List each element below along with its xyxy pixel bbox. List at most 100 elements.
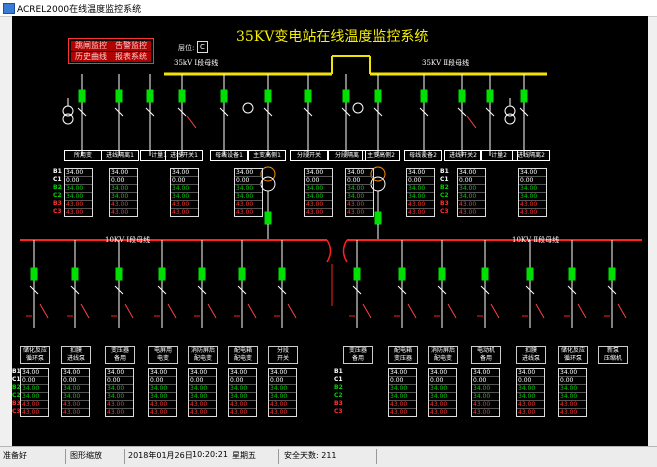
temperature-value: 0.00	[62, 377, 89, 385]
breaker-icon	[198, 267, 206, 281]
temperature-table: 34.00 0.00 34.00 34.00 43.00 43.00	[268, 368, 297, 417]
temperature-value: 34.00	[429, 393, 456, 401]
status-date: 2018年01月26日	[128, 451, 193, 460]
feeder-name-button[interactable]: 变压器 备用	[105, 346, 135, 364]
temperature-table: 34.00 0.00 34.00 34.00 43.00 43.00	[228, 368, 257, 417]
breaker-icon	[520, 89, 528, 103]
breaker-icon	[264, 89, 272, 103]
alarm-branch	[207, 303, 217, 319]
alarm-branch	[617, 303, 627, 319]
breaker-icon	[526, 267, 534, 281]
bus35-2-label: 35KV Ⅱ段母线	[422, 59, 470, 67]
feeder-name-line2: 循环泵	[563, 355, 582, 362]
trip-monitor-button[interactable]: 跳闸监控	[71, 41, 111, 51]
temperature-value: 0.00	[346, 177, 373, 185]
temperature-value: 34.00	[472, 369, 499, 377]
position-label: 层位:	[178, 44, 195, 52]
temperature-value: 43.00	[172, 209, 190, 216]
breaker-icon	[30, 267, 38, 281]
feeder-name-button[interactable]: 分段开关	[290, 150, 328, 161]
substation-diagram: 35KV变电站在线温度监控系统 跳闸监控 告警监控 历史曲线 报表系统 层位: …	[12, 16, 648, 446]
feeder-name-line2: 进线泵	[521, 355, 540, 362]
alarm-branch	[447, 303, 457, 319]
phase-label: C1	[334, 376, 343, 383]
temperature-value: 43.00	[346, 201, 373, 209]
temperature-value: 34.00	[110, 169, 137, 177]
temperature-value: 43.00	[149, 401, 176, 409]
feeder-name-button[interactable]: 进线开关1	[165, 150, 203, 161]
temperature-value: 43.00	[408, 209, 426, 216]
feeder-name-button[interactable]: 分段隔离	[328, 150, 366, 161]
temperature-value: 34.00	[21, 385, 48, 393]
temperature-value: 34.00	[106, 369, 133, 377]
temperature-value: 0.00	[229, 377, 256, 385]
temperature-value: 34.00	[559, 385, 586, 393]
temperature-value: 43.00	[22, 409, 40, 416]
feeder-name-button[interactable]: 母线设备1	[210, 150, 248, 161]
temperature-value: 43.00	[65, 201, 92, 209]
breaker-icon	[78, 89, 86, 103]
phase-label: B2	[440, 184, 449, 191]
feeder-name-button[interactable]: 扣膜 进线泵	[516, 346, 546, 364]
temperature-value: 34.00	[189, 385, 216, 393]
temperature-value: 34.00	[62, 369, 89, 377]
feeder-name-button[interactable]: 配电箱 变压器	[388, 346, 418, 364]
phase-label: C1	[440, 176, 449, 183]
breaker-icon	[178, 89, 186, 103]
feeder-name-button[interactable]: 变压器 备用	[343, 346, 373, 364]
feeder-name-button[interactable]: 新泵 压缩机	[598, 346, 628, 364]
temperature-value: 43.00	[235, 201, 262, 209]
feeder-name-line1: 储化反应	[22, 347, 47, 354]
feeder-name-button[interactable]: 主变高侧2	[362, 150, 400, 161]
breaker-icon	[608, 267, 616, 281]
alarm-branch	[167, 303, 177, 319]
feeder-name-button[interactable]: 扣膜 进线泵	[61, 346, 91, 364]
feeder-name-button[interactable]: 主变高侧1	[248, 150, 286, 161]
feeder-name-button[interactable]: 进线隔离2	[512, 150, 550, 161]
phase-label: C3	[440, 208, 449, 215]
breaker-icon	[115, 89, 123, 103]
report-system-button[interactable]: 报表系统	[111, 52, 151, 62]
ct-icon	[352, 102, 364, 114]
breaker-icon	[342, 89, 350, 103]
feeder-name-button[interactable]: 进线开关2	[444, 150, 482, 161]
feeder-name-button[interactable]: 配电箱 配电变	[228, 346, 258, 364]
breaker-icon	[481, 267, 489, 281]
app-icon	[3, 3, 15, 14]
temperature-table: 34.00 0.00 34.00 34.00 43.00 43.00	[64, 168, 93, 217]
feeder-name-line2: 变压器	[393, 355, 412, 362]
feeder-name-button[interactable]: 所用变	[64, 150, 102, 161]
feeder-name-line2: 备用	[479, 355, 492, 362]
feeder-name-button[interactable]: 分段开关	[268, 346, 298, 364]
temperature-value: 34.00	[21, 369, 48, 377]
phase-label-column: B1 C1 B2 C2 B3 C3	[440, 168, 450, 216]
temperature-value: 34.00	[235, 169, 262, 177]
feeder-name-button[interactable]: 消防屏后 配电变	[428, 346, 458, 364]
temperature-value: 0.00	[235, 177, 262, 185]
feeder-name-button[interactable]: 电屏用 电变	[148, 346, 178, 364]
alarm-monitor-button[interactable]: 告警监控	[111, 41, 151, 51]
status-zoom: 图形缩放	[70, 451, 102, 460]
history-curve-button[interactable]: 历史曲线	[71, 52, 111, 62]
feeder-name-button[interactable]: 储化反应 循环泵	[558, 346, 588, 364]
alarm-branch	[124, 303, 134, 319]
phase-label: C2	[12, 392, 21, 399]
phase-label: B1	[440, 168, 449, 175]
temperature-value: 34.00	[21, 393, 48, 401]
feeder-name-line1: 变压器	[110, 347, 129, 354]
temperature-value: 43.00	[66, 209, 84, 216]
phase-label: B3	[334, 400, 343, 407]
feeder-name-button[interactable]: 电动机 备用	[471, 346, 501, 364]
temperature-table: 34.00 0.00 34.00 34.00 43.00 43.00	[148, 368, 177, 417]
feeder-name-line2: 循环泵	[25, 355, 44, 362]
feeder-name-button[interactable]: 进线隔离1	[101, 150, 139, 161]
temperature-value: 0.00	[458, 177, 485, 185]
temperature-table: 34.00 0.00 34.00 34.00 43.00 43.00	[234, 168, 263, 217]
breaker-icon	[220, 89, 228, 103]
feeder-name-button[interactable]: 消防屏后 配电变	[188, 346, 218, 364]
position-value[interactable]: C	[197, 41, 208, 53]
feeder-name-button[interactable]: 储化反应 循环泵	[20, 346, 50, 364]
feeder-name-button[interactable]: 母线设备2	[404, 150, 442, 161]
temperature-value: 0.00	[517, 377, 544, 385]
status-divider	[278, 449, 279, 464]
